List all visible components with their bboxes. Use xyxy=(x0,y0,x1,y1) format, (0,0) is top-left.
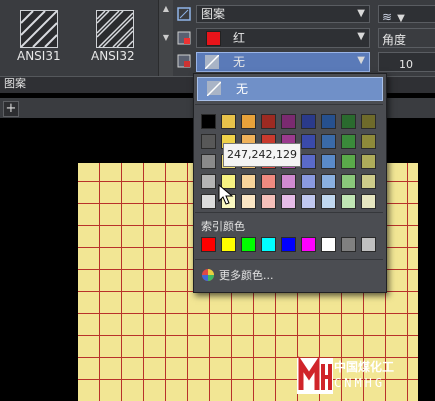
color-swatch[interactable] xyxy=(321,174,336,189)
none-option-label: 无 xyxy=(236,82,249,96)
hatch-type-icon[interactable] xyxy=(176,6,192,22)
color-swatch[interactable] xyxy=(341,134,356,149)
color-swatch[interactable] xyxy=(221,114,236,129)
index-color-swatch[interactable] xyxy=(241,237,256,252)
color-swatch[interactable] xyxy=(201,174,216,189)
angle-label: 角度 xyxy=(382,33,407,47)
index-color-swatch[interactable] xyxy=(361,237,376,252)
color-swatch[interactable] xyxy=(361,194,376,209)
color-swatch[interactable] xyxy=(201,154,216,169)
color-swatch[interactable] xyxy=(241,194,256,209)
color-swatch[interactable] xyxy=(341,174,356,189)
color-swatch[interactable] xyxy=(321,154,336,169)
index-color-swatch[interactable] xyxy=(341,237,356,252)
gallery-scroll[interactable]: ▲ ▼ xyxy=(158,0,173,78)
background-color-icon[interactable] xyxy=(176,53,192,69)
index-color-swatch[interactable] xyxy=(221,237,236,252)
color-tooltip: 247,242,129 xyxy=(223,143,301,167)
scroll-up-icon[interactable]: ▲ xyxy=(159,4,173,13)
pattern-label-ansi32: ANSI32 xyxy=(91,49,135,63)
index-color-swatch[interactable] xyxy=(261,237,276,252)
color-swatch[interactable] xyxy=(301,134,316,149)
index-color-swatch[interactable] xyxy=(301,237,316,252)
hatch-color-value: 红 xyxy=(233,31,246,45)
index-color-swatch[interactable] xyxy=(321,237,336,252)
watermark-subtext: CNMHG xyxy=(334,376,386,390)
color-swatch[interactable] xyxy=(261,194,276,209)
color-swatch[interactable] xyxy=(361,154,376,169)
pattern-type-value: 图案 xyxy=(201,7,226,21)
divider xyxy=(195,259,383,260)
hatch-color-icon[interactable] xyxy=(176,30,192,46)
color-swatch[interactable] xyxy=(281,114,296,129)
color-swatch[interactable] xyxy=(261,114,276,129)
pattern-label-ansi31: ANSI31 xyxy=(17,49,61,63)
color-swatch[interactable] xyxy=(261,174,276,189)
color-swatch[interactable] xyxy=(301,114,316,129)
color-swatch[interactable] xyxy=(241,174,256,189)
color-swatch[interactable] xyxy=(201,194,216,209)
color-swatch[interactable] xyxy=(281,174,296,189)
transparency-combo[interactable]: ≋ ▼ xyxy=(378,5,435,24)
color-swatch[interactable] xyxy=(301,194,316,209)
index-color-swatch[interactable] xyxy=(281,237,296,252)
index-color-label: 索引颜色 xyxy=(201,220,245,233)
color-swatch[interactable] xyxy=(201,134,216,149)
color-swatch[interactable] xyxy=(321,114,336,129)
color-swatch[interactable] xyxy=(201,114,216,129)
color-wheel-icon xyxy=(201,267,215,281)
watermark-logo xyxy=(297,355,333,396)
layers-icon: ≋ xyxy=(382,10,393,24)
color-swatch[interactable] xyxy=(321,134,336,149)
color-swatch[interactable] xyxy=(341,154,356,169)
color-swatch[interactable] xyxy=(341,194,356,209)
background-color-value: 无 xyxy=(233,55,246,69)
divider xyxy=(195,212,383,213)
none-option[interactable]: 无 xyxy=(197,77,383,101)
new-tab-button[interactable]: + xyxy=(3,101,19,117)
scale-value: 10 xyxy=(399,58,413,71)
color-swatch[interactable] xyxy=(241,114,256,129)
chevron-down-icon: ▼ xyxy=(397,13,405,24)
color-swatch[interactable] xyxy=(341,114,356,129)
hatch-ansi32-icon[interactable] xyxy=(96,10,134,48)
color-swatch[interactable] xyxy=(301,174,316,189)
color-swatch[interactable] xyxy=(361,174,376,189)
panel-title: 图案 xyxy=(4,77,26,90)
hatch-color-combo[interactable]: 红 ▼ xyxy=(196,28,370,48)
more-colors-option[interactable]: 更多颜色... xyxy=(219,267,274,283)
index-color-swatch[interactable] xyxy=(201,237,216,252)
color-swatch[interactable] xyxy=(361,114,376,129)
no-color-icon xyxy=(204,54,220,70)
watermark-text: 中国煤化工 xyxy=(334,360,395,374)
scroll-down-icon[interactable]: ▼ xyxy=(159,33,173,42)
color-swatch[interactable] xyxy=(281,194,296,209)
color-swatch[interactable] xyxy=(321,194,336,209)
no-color-icon xyxy=(206,81,222,97)
background-color-combo[interactable]: 无 ▼ xyxy=(196,52,370,72)
chevron-down-icon: ▼ xyxy=(357,55,365,66)
pattern-type-combo[interactable]: 图案 ▼ xyxy=(196,5,370,23)
scale-field[interactable]: 10 xyxy=(378,52,435,72)
color-swatch xyxy=(206,31,221,46)
color-swatch[interactable] xyxy=(301,154,316,169)
color-swatch[interactable] xyxy=(361,134,376,149)
chevron-down-icon: ▼ xyxy=(357,31,365,42)
angle-field[interactable]: 角度 xyxy=(378,28,435,48)
hatch-ansi31-icon[interactable] xyxy=(20,10,58,48)
mouse-cursor-icon xyxy=(218,183,234,206)
divider xyxy=(195,104,383,105)
chevron-down-icon: ▼ xyxy=(357,8,365,19)
